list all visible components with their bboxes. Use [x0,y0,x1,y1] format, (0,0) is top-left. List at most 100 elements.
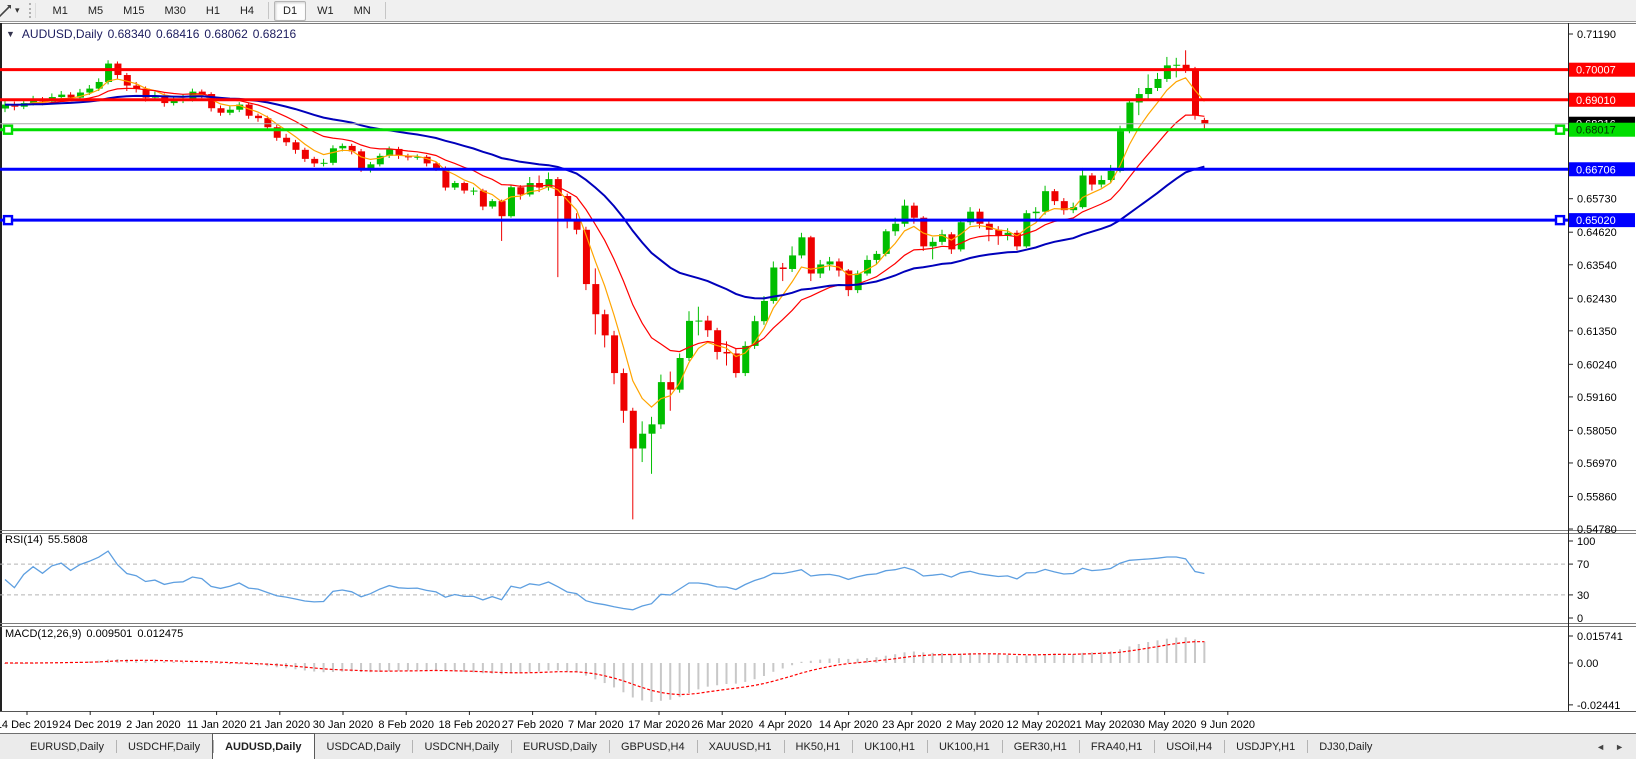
macd-value-main: 0.009501 [86,628,132,640]
svg-text:0.64620: 0.64620 [1577,227,1617,239]
svg-text:0.54780: 0.54780 [1577,524,1617,536]
tabs-scroll-right-icon[interactable]: ► [1615,742,1624,752]
svg-text:0.61350: 0.61350 [1577,326,1617,338]
macd-histogram [4,637,1205,702]
tab-gbpusd-h4[interactable]: GBPUSD,H4 [609,734,697,759]
svg-text:0.69010: 0.69010 [1576,95,1616,107]
timeframe-button-m1[interactable]: M1 [44,1,77,21]
svg-text:100: 100 [1577,536,1595,548]
tab-uk100-h1[interactable]: UK100,H1 [852,734,927,759]
macd-value-signal: 0.012475 [137,628,183,640]
horizontal-lines-layer[interactable]: 0.700070.690100.682160.680170.667060.650… [0,63,1635,227]
timeframe-button-h4[interactable]: H4 [231,1,263,21]
chart-title-row: ▼ AUDUSD,Daily 0.68340 0.68416 0.68062 0… [6,27,296,41]
rsi-value: 55.5808 [48,534,88,546]
svg-text:0.60240: 0.60240 [1577,359,1617,371]
tab-usdchf-daily[interactable]: USDCHF,Daily [116,734,212,759]
timeframe-button-group: M1M5M15M30H1H4 D1W1MN [43,1,390,21]
ohlc-low: 0.68062 [204,27,247,41]
rsi-line [5,551,1204,610]
line-handle[interactable] [4,126,12,134]
date-label: 2 May 2020 [946,719,1003,731]
timeframe-button-d1[interactable]: D1 [274,1,306,21]
tab-fra40-h1[interactable]: FRA40,H1 [1079,734,1154,759]
date-label: 12 May 2020 [1006,719,1070,731]
date-label: 14 Dec 2019 [0,719,58,731]
rsi-name: RSI(14) [5,534,43,546]
tab-xauusd-h1[interactable]: XAUUSD,H1 [697,734,784,759]
date-label: 11 Jan 2020 [187,719,247,731]
chart-symbol-title: AUDUSD,Daily [22,27,103,41]
date-label: 17 Mar 2020 [628,719,690,731]
svg-text:0.66706: 0.66706 [1576,164,1616,176]
macd-name: MACD(12,26,9) [5,628,81,640]
line-handle[interactable] [4,216,12,224]
slow-ma-line [5,96,1204,299]
timeframe-button-m15[interactable]: M15 [114,1,153,21]
date-label: 2 Jan 2020 [126,719,180,731]
date-label: 4 Apr 2020 [759,719,812,731]
date-label: 8 Feb 2020 [378,719,434,731]
timeframe-button-m5[interactable]: M5 [79,1,112,21]
tab-uk100-h1[interactable]: UK100,H1 [927,734,1002,759]
date-label: 14 Apr 2020 [819,719,878,731]
tab-dj30-daily[interactable]: DJ30,Daily [1307,734,1384,759]
svg-text:0.015741: 0.015741 [1577,631,1623,643]
date-axis: 14 Dec 201924 Dec 2019 2 Jan 2020 11 Jan 2… [0,711,1255,731]
tab-scroll-arrows: ◄ ► [1584,734,1636,759]
svg-text:0.68017: 0.68017 [1576,125,1616,137]
ohlc-high: 0.68416 [156,27,199,41]
date-label: 23 Apr 2020 [882,719,941,731]
date-label: 21 Jan 2020 [250,719,311,731]
chart-window[interactable]: ▼ AUDUSD,Daily 0.68340 0.68416 0.68062 0… [0,23,1636,733]
svg-text:0.56970: 0.56970 [1577,458,1617,470]
svg-text:0.59160: 0.59160 [1577,392,1617,404]
svg-text:0.62430: 0.62430 [1577,293,1617,305]
timeframe-button-m30[interactable]: M30 [156,1,195,21]
tab-eurusd-daily[interactable]: EURUSD,Daily [18,734,116,759]
chart-menu-marker-icon[interactable]: ▼ [6,29,15,39]
svg-text:30: 30 [1577,590,1589,602]
line-handle[interactable] [1556,126,1564,134]
svg-text:0.00: 0.00 [1577,658,1598,670]
symbol-tab-bar: EURUSD,DailyUSDCHF,DailyAUDUSD,DailyUSDC… [0,733,1636,759]
svg-text:0.63540: 0.63540 [1577,260,1617,272]
svg-text:0.71190: 0.71190 [1577,29,1616,41]
date-label: 27 Feb 2020 [502,719,564,731]
toolbar-grip[interactable] [29,3,36,18]
toolbar-separator [385,2,386,19]
tab-eurusd-daily[interactable]: EURUSD,Daily [511,734,609,759]
tab-usdcnh-daily[interactable]: USDCNH,Daily [412,734,511,759]
candles-layer [2,50,1208,519]
timeframe-button-h1[interactable]: H1 [197,1,229,21]
date-label: 24 Dec 2019 [59,719,121,731]
price-chart-canvas[interactable]: 0.711900.700800.689700.679200.668100.657… [0,23,1636,733]
date-label: 9 Jun 2020 [1201,719,1255,731]
svg-text:70: 70 [1577,559,1589,571]
svg-text:0.65730: 0.65730 [1577,194,1617,206]
toolbar-separator [268,2,269,19]
tabs-scroll-left-icon[interactable]: ◄ [1596,742,1605,752]
tab-usoil-h4[interactable]: USOil,H4 [1154,734,1224,759]
ohlc-open: 0.68340 [108,27,151,41]
macd-indicator-label: MACD(12,26,9) 0.009501 0.012475 [5,628,183,640]
dropdown-caret-icon[interactable]: ▾ [15,5,20,16]
tab-ger30-h1[interactable]: GER30,H1 [1002,734,1079,759]
line-handle[interactable] [1556,216,1564,224]
date-label: 18 Feb 2020 [439,719,501,731]
timeframe-button-mn[interactable]: MN [345,1,380,21]
cursor-line-tool-icon[interactable] [0,3,13,19]
tab-usdjpy-h1[interactable]: USDJPY,H1 [1224,734,1307,759]
tab-usdcad-daily[interactable]: USDCAD,Daily [315,734,413,759]
pane-frame [0,23,1636,712]
timeframe-button-w1[interactable]: W1 [308,1,343,21]
date-label: 30 Jan 2020 [313,719,374,731]
svg-text:0.70007: 0.70007 [1576,65,1616,77]
tab-audusd-daily[interactable]: AUDUSD,Daily [212,733,314,759]
svg-text:0.65020: 0.65020 [1576,215,1616,227]
tab-hk50-h1[interactable]: HK50,H1 [784,734,853,759]
rsi-indicator-label: RSI(14) 55.5808 [5,534,88,546]
ohlc-close: 0.68216 [253,27,296,41]
date-label: 30 May 2020 [1133,719,1197,731]
svg-text:0.58050: 0.58050 [1577,425,1617,437]
